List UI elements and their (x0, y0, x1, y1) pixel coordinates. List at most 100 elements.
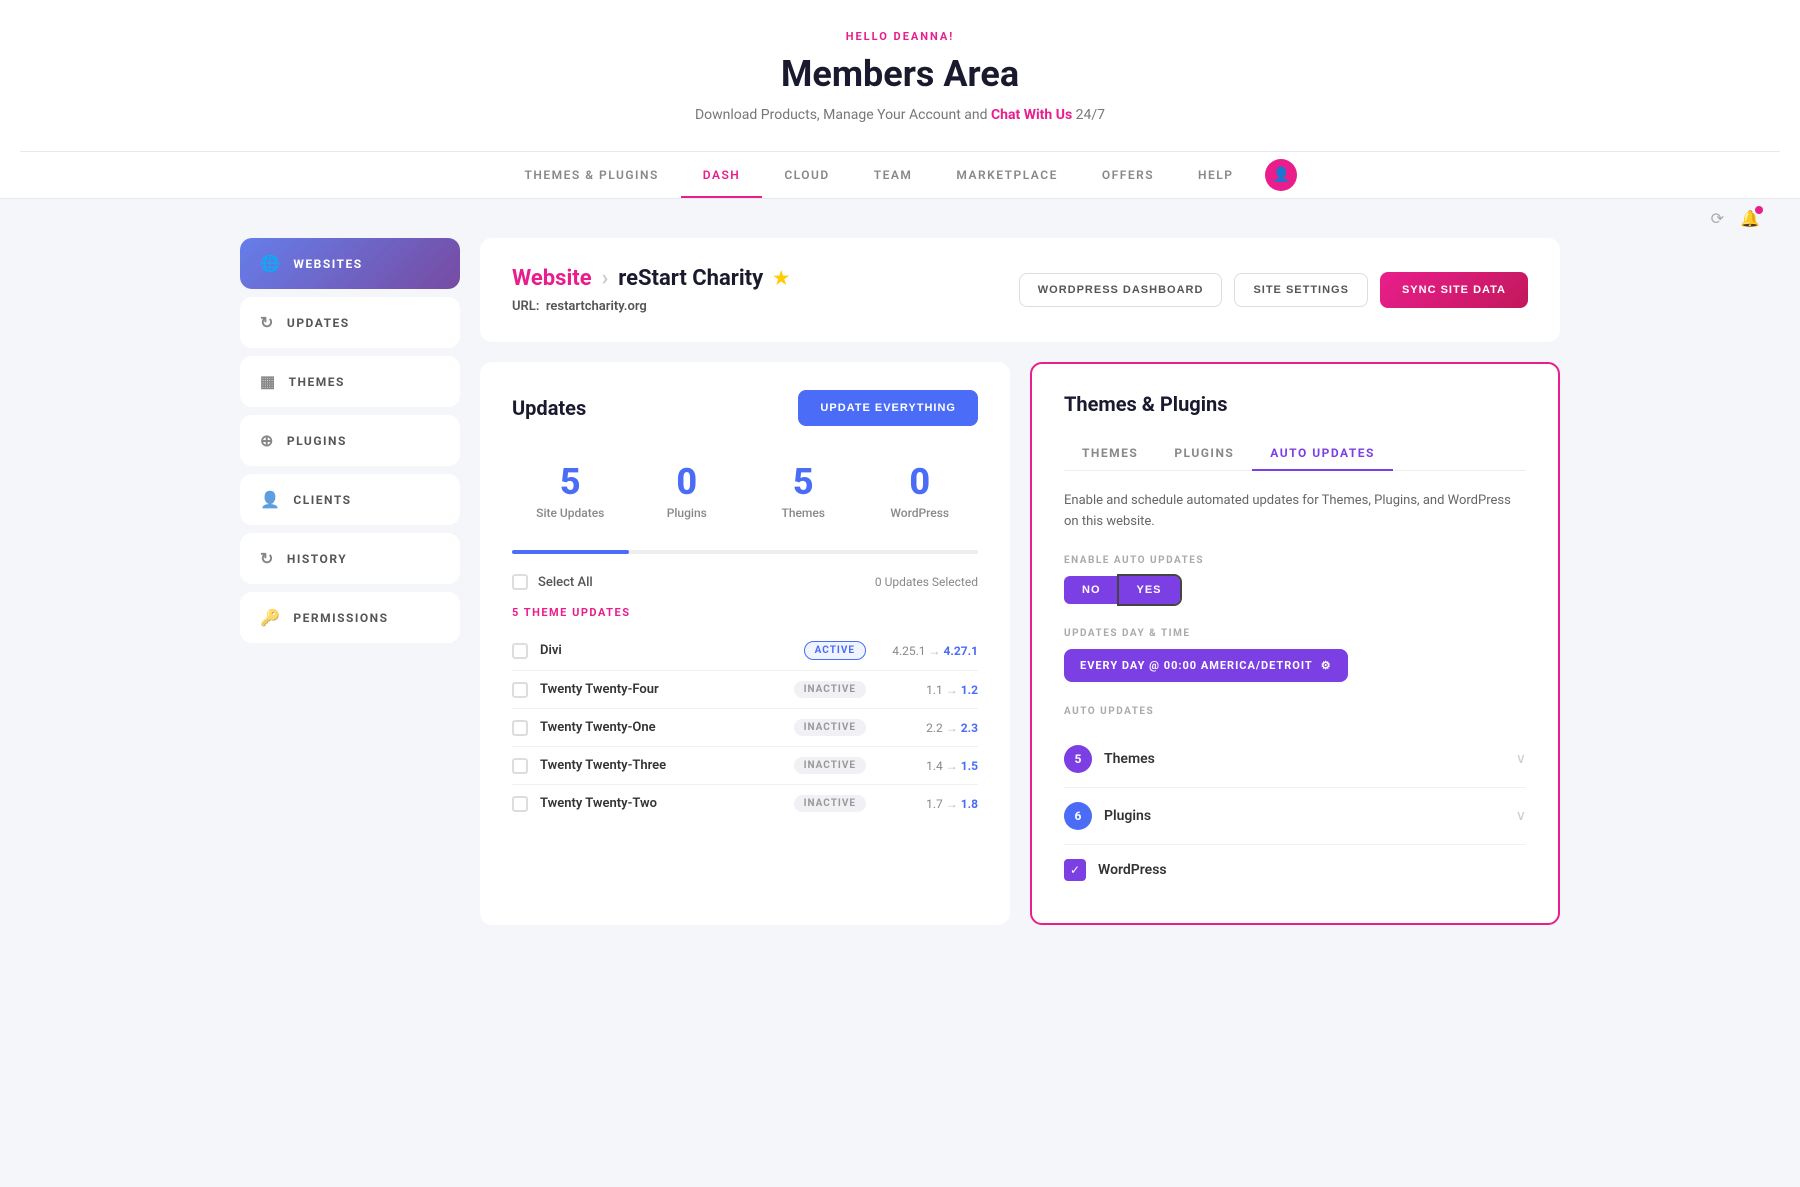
header: HELLO DEANNA! Members Area Download Prod… (0, 0, 1800, 199)
sync-site-data-button[interactable]: SYNC SITE DATA (1380, 272, 1528, 308)
hello-text: HELLO DEANNA! (20, 30, 1780, 43)
site-name: reStart Charity (618, 266, 763, 291)
site-info: Website › reStart Charity ★ URL: restart… (512, 266, 789, 314)
nav-team[interactable]: TEAM (852, 152, 935, 198)
progress-bar (512, 550, 978, 554)
nav-marketplace[interactable]: MARKETPLACE (934, 152, 1079, 198)
version-divi: 4.25.1 → 4.27.1 (878, 644, 978, 658)
sidebar-item-plugins[interactable]: ⊕ PLUGINS (240, 415, 460, 466)
version-twentythree: 1.4 → 1.5 (878, 759, 978, 773)
favorite-star-icon[interactable]: ★ (773, 268, 789, 289)
permissions-icon: 🔑 (260, 608, 281, 627)
enable-auto-updates-label: ENABLE AUTO UPDATES (1064, 555, 1526, 566)
toggle-no-button[interactable]: NO (1064, 576, 1119, 604)
site-header-card: Website › reStart Charity ★ URL: restart… (480, 238, 1560, 342)
table-row: Twenty Twenty-Four INACTIVE 1.1 → 1.2 (512, 671, 978, 709)
sidebar-item-permissions[interactable]: 🔑 PERMISSIONS (240, 592, 460, 643)
nav-themes-plugins[interactable]: THEMES & PLUGINS (503, 152, 681, 198)
auto-update-plugins-left: 6 Plugins (1064, 802, 1151, 830)
stat-label-wordpress: WordPress (872, 506, 969, 520)
plugins-count-badge: 6 (1064, 802, 1092, 830)
wordpress-label: WordPress (1098, 862, 1167, 878)
auto-update-themes-label: Themes (1104, 751, 1155, 767)
nav-offers[interactable]: OFFERS (1080, 152, 1176, 198)
select-all-row: Select All 0 Updates Selected (512, 574, 978, 590)
auto-update-themes-row[interactable]: 5 Themes ∨ (1064, 731, 1526, 788)
tab-auto-updates[interactable]: AUTO UPDATES (1252, 436, 1393, 470)
breadcrumb-website-link[interactable]: Website (512, 266, 592, 291)
sidebar-label-permissions: PERMISSIONS (293, 611, 388, 625)
breadcrumb: Website › reStart Charity ★ (512, 266, 789, 291)
themes-chevron-icon: ∨ (1516, 751, 1526, 767)
plugins-chevron-icon: ∨ (1516, 808, 1526, 824)
sidebar-label-plugins: PLUGINS (287, 434, 347, 448)
update-checkbox-divi[interactable] (512, 643, 528, 659)
sidebar-label-clients: CLIENTS (293, 493, 351, 507)
sidebar-item-clients[interactable]: 👤 CLIENTS (240, 474, 460, 525)
tab-plugins[interactable]: PLUGINS (1156, 436, 1252, 470)
sidebar-item-themes[interactable]: ▦ THEMES (240, 356, 460, 407)
wordpress-row: ✓ WordPress (1064, 845, 1526, 895)
sidebar-label-themes: THEMES (289, 375, 345, 389)
select-all-label[interactable]: Select All (512, 574, 593, 590)
auto-update-plugins-row[interactable]: 6 Plugins ∨ (1064, 788, 1526, 845)
theme-name-twentyone: Twenty Twenty-One (540, 720, 782, 735)
toggle-yes-button[interactable]: YES (1119, 576, 1180, 604)
tab-themes[interactable]: THEMES (1064, 436, 1156, 470)
wordpress-checkbox[interactable]: ✓ (1064, 859, 1086, 881)
theme-name-twentytwo: Twenty Twenty-Two (540, 796, 782, 811)
nav-dash[interactable]: DASH (681, 152, 763, 198)
select-all-checkbox[interactable] (512, 574, 528, 590)
stat-number-wordpress: 0 (872, 464, 969, 500)
sidebar-item-websites[interactable]: 🌐 WEBSITES (240, 238, 460, 289)
updates-day-time-label: UPDATES DAY & TIME (1064, 628, 1526, 639)
table-row: Divi ACTIVE 4.25.1 → 4.27.1 (512, 631, 978, 671)
main-nav: THEMES & PLUGINS DASH CLOUD TEAM MARKETP… (20, 151, 1780, 198)
main-layout: 🌐 WEBSITES ↻ UPDATES ▦ THEMES ⊕ PLUGINS … (200, 238, 1600, 965)
themes-icon: ▦ (260, 372, 277, 391)
theme-name-twentythree: Twenty Twenty-Three (540, 758, 782, 773)
update-checkbox-twentytwo[interactable] (512, 796, 528, 812)
panel-description: Enable and schedule automated updates fo… (1064, 491, 1526, 533)
update-checkbox-twentythree[interactable] (512, 758, 528, 774)
sidebar: 🌐 WEBSITES ↻ UPDATES ▦ THEMES ⊕ PLUGINS … (240, 238, 460, 925)
notification-icon[interactable]: 🔔 (1740, 209, 1760, 228)
updates-card: Updates UPDATE EVERYTHING 5 Site Updates… (480, 362, 1010, 925)
breadcrumb-arrow: › (602, 266, 609, 291)
wordpress-dashboard-button[interactable]: WORDPRESS DASHBOARD (1019, 273, 1223, 307)
table-row: Twenty Twenty-Two INACTIVE 1.7 → 1.8 (512, 785, 978, 822)
update-checkbox-twentyfour[interactable] (512, 682, 528, 698)
sidebar-label-history: HISTORY (287, 552, 347, 566)
stat-label-themes: Themes (755, 506, 852, 520)
day-time-value: EVERY DAY @ 00:00 AMERICA/DETROIT (1080, 659, 1313, 672)
updates-selected-count: 0 Updates Selected (875, 575, 978, 589)
day-time-selector[interactable]: EVERY DAY @ 00:00 AMERICA/DETROIT ⚙ (1064, 649, 1348, 682)
plugins-icon: ⊕ (260, 431, 275, 450)
progress-bar-fill (512, 550, 629, 554)
status-badge-twentytwo: INACTIVE (794, 795, 866, 812)
panel-title: Themes & Plugins (1064, 392, 1526, 416)
refresh-icon[interactable]: ⟳ (1711, 209, 1724, 228)
auto-update-themes-left: 5 Themes (1064, 745, 1155, 773)
theme-name-divi: Divi (540, 643, 792, 658)
chat-link[interactable]: Chat With Us (991, 107, 1072, 123)
updates-title: Updates (512, 396, 586, 420)
globe-icon: 🌐 (260, 254, 281, 273)
sidebar-item-history[interactable]: ↻ HISTORY (240, 533, 460, 584)
nav-help[interactable]: HELP (1176, 152, 1255, 198)
update-checkbox-twentyone[interactable] (512, 720, 528, 736)
status-badge-twentyfour: INACTIVE (794, 681, 866, 698)
updates-header: Updates UPDATE EVERYTHING (512, 390, 978, 426)
nav-cloud[interactable]: CLOUD (762, 152, 851, 198)
user-avatar[interactable]: 👤 (1265, 159, 1297, 191)
stat-number-site-updates: 5 (522, 464, 619, 500)
themes-count-badge: 5 (1064, 745, 1092, 773)
stat-label-plugins: Plugins (639, 506, 736, 520)
auto-update-plugins-label: Plugins (1104, 808, 1151, 824)
sidebar-item-updates[interactable]: ↻ UPDATES (240, 297, 460, 348)
site-settings-button[interactable]: SITE SETTINGS (1234, 273, 1368, 307)
update-everything-button[interactable]: UPDATE EVERYTHING (798, 390, 978, 426)
version-twentyfour: 1.1 → 1.2 (878, 683, 978, 697)
stat-number-themes: 5 (755, 464, 852, 500)
page-title: Members Area (20, 53, 1780, 95)
